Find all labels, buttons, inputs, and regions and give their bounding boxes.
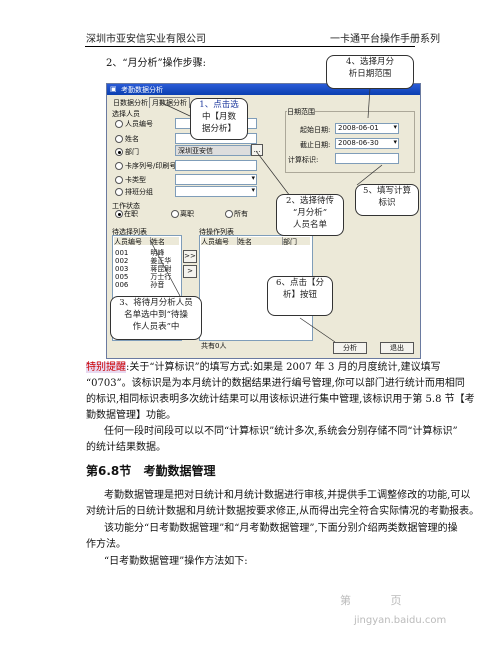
callout-4: 4、选择月分 析日期范围	[326, 55, 414, 89]
callout-6-line2: 析】按钮	[282, 290, 317, 300]
para-1: 任何一段时间段可以以不同“计算标识”统计多次,系统会分别存储不同“计算标识” 的…	[86, 424, 458, 456]
para-1-line1: 任何一段时间段可以以不同“计算标识”统计多次,系统会分别存储不同“计算标识”	[104, 426, 458, 437]
section-heading: 第6.8节 考勤数据管理	[86, 462, 215, 479]
callout-1-line1: 1、点击选	[199, 100, 239, 110]
para-3-line1: 该功能分“日考勤数据管理”和“月考勤数据管理”,下面分别介绍两类数据管理的操	[104, 523, 458, 534]
tip-line3: 的标识,相同标识表明多次统计结果可以用该标识进行集中管理,该标识用于第 5.8 …	[86, 394, 475, 405]
callout-3-line3: 作人员表”中	[132, 322, 180, 332]
para-4: “日考勤数据管理”操作方法如下:	[104, 556, 248, 567]
callout-1-line2: 中【月数	[201, 112, 236, 122]
callout-1: 1、点击选 中【月数 据分析】	[190, 98, 248, 140]
callout-2-line2: “月分析”	[292, 208, 328, 218]
callout-5-line2: 标识	[378, 198, 396, 208]
arrow-3	[149, 239, 181, 297]
tip-paragraph: 特别提醒:关于“计算标识”的填写方式:如果是 2007 年 3 月的月度统计,建…	[86, 360, 475, 424]
callout-2: 2、选择待传 “月分析” 人员名单	[276, 194, 344, 236]
page-suffix: 页	[390, 594, 402, 607]
callout-2-line3: 人员名单	[292, 220, 327, 230]
arrow-2	[255, 150, 291, 197]
page-footer: 第 页	[340, 592, 402, 608]
callout-6: 6、点击【分 析】按钮	[267, 276, 333, 316]
callout-3: 3、将待月分析人员 名单选中到“待操 作人员表”中	[110, 296, 202, 340]
section-title: 考勤数据管理	[143, 464, 216, 478]
arrow-6	[299, 317, 336, 343]
callout-6-line1: 6、点击【分	[276, 278, 324, 288]
para-1-line2: 的统计结果数据。	[86, 442, 166, 453]
para-3: 该功能分“日考勤数据管理”和“月考勤数据管理”,下面分别介绍两类数据管理的操 作…	[86, 521, 458, 553]
para-2-line2: 对统计后的日统计数据和月统计数据按要求修正,从而得出完全符合实际情况的考勤报表。	[86, 506, 480, 517]
callout-3-line2: 名单选中到“待操	[124, 310, 188, 320]
para-2-line1: 考勤数据管理是把对日统计和月统计数据进行审核,并提供手工调整修改的功能,可以	[104, 490, 471, 501]
tip-label: 特别提醒	[86, 362, 126, 373]
watermark: jingyan.baidu.com	[354, 615, 447, 626]
page-prefix: 第	[340, 594, 351, 607]
tip-line1: :关于“计算标识”的填写方式:如果是 2007 年 3 月的月度统计,建议填写	[126, 362, 441, 373]
callout-5: 5、填写计算 标识	[355, 184, 419, 216]
para-2: 考勤数据管理是把对日统计和月统计数据进行审核,并提供手工调整修改的功能,可以 对…	[86, 488, 480, 520]
callout-3-line1: 3、将待月分析人员	[119, 298, 193, 308]
callout-2-line1: 2、选择待传	[286, 196, 334, 206]
callout-5-line1: 5、填写计算	[363, 186, 411, 196]
section-number: 第6.8节	[86, 464, 132, 478]
arrow-1	[159, 101, 191, 117]
arrow-5	[356, 164, 383, 186]
tip-line2: “0703”。该标识是为本月统计的数据结果进行编号管理,你可以部门进行统计而用相…	[86, 378, 465, 389]
callout-1-line3: 据分析】	[201, 124, 236, 134]
arrow-4	[367, 87, 371, 119]
callout-4-line1: 4、选择月分	[346, 57, 394, 67]
callout-4-line2: 析日期范围	[348, 69, 392, 79]
tip-line4: 勤数据管理】功能。	[86, 410, 176, 421]
para-3-line2: 作方法。	[86, 539, 126, 550]
